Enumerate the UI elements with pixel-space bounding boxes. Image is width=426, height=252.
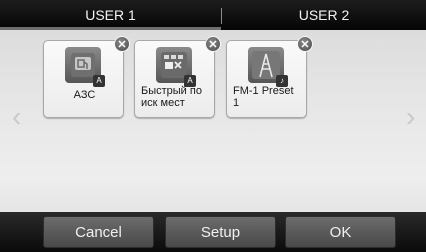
remove-shortcut-button[interactable]: ✕ [114, 36, 130, 52]
user-tabs: USER 1 USER 2 [0, 0, 426, 30]
cancel-button[interactable]: Cancel [43, 216, 154, 248]
shortcut-tile-fm-preset[interactable]: ♪ FM-1 Preset 1 ✕ [226, 36, 313, 118]
scroll-right-icon[interactable]: › [406, 102, 416, 132]
shortcut-tile-gas-station[interactable]: A АЗС ✕ [43, 36, 130, 118]
shortcut-editor-screen: USER 1 USER 2 ‹ A АЗС ✕ A Быстрый по иск… [0, 0, 426, 252]
remove-shortcut-button[interactable]: ✕ [297, 36, 313, 52]
shortcut-label: Быстрый по иск мест [141, 85, 202, 109]
shortcut-tile-quick-search[interactable]: A Быстрый по иск мест ✕ [134, 36, 221, 118]
gas-station-icon: A [65, 47, 105, 87]
shortcut-label: FM-1 Preset 1 [233, 85, 294, 109]
tab-user-1[interactable]: USER 1 [0, 0, 221, 30]
setup-button[interactable]: Setup [165, 216, 276, 248]
shortcut-label: АЗС [73, 89, 96, 101]
shortcut-area: ‹ A АЗС ✕ A Быстрый по иск мест ✕ ♪ FM-1… [0, 30, 426, 212]
tab-user-2[interactable]: USER 2 [222, 0, 426, 30]
ok-button[interactable]: OK [285, 216, 396, 248]
quick-search-icon: A [156, 47, 196, 87]
action-bar: Cancel Setup OK [0, 212, 426, 252]
radio-tower-icon: ♪ [248, 47, 288, 87]
navigation-badge-icon: A [93, 75, 105, 87]
scroll-left-icon[interactable]: ‹ [12, 102, 22, 132]
remove-shortcut-button[interactable]: ✕ [205, 36, 221, 52]
